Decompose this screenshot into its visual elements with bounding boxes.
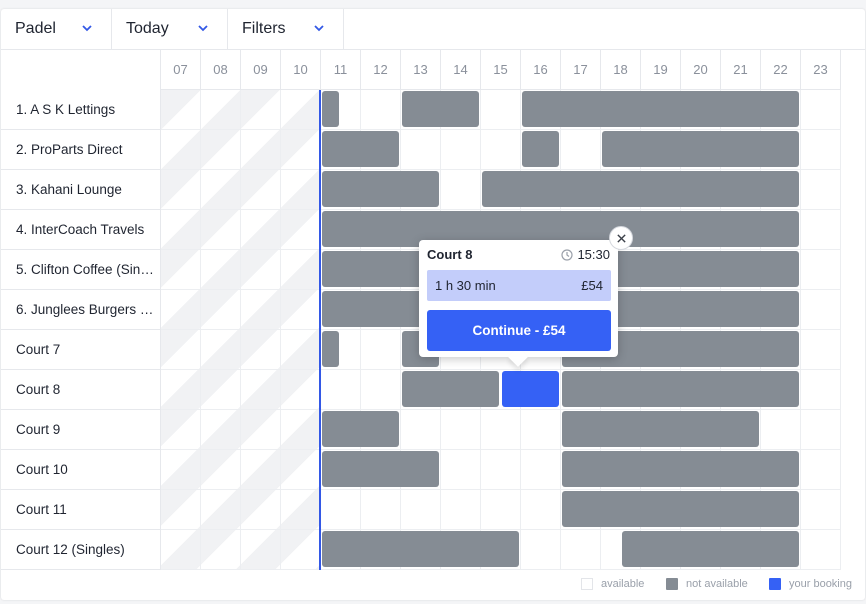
filter-bar: Padel Today Filters (1, 9, 865, 50)
legend-available-label: available (601, 578, 645, 590)
unavailable-slot (562, 371, 799, 407)
duration-price: £54 (581, 278, 603, 293)
unavailable-slot (322, 171, 439, 207)
court-row-label: 1. A S K Lettings (1, 90, 160, 130)
legend-your-booking: your booking (769, 578, 852, 590)
sport-dropdown[interactable]: Padel (1, 9, 112, 49)
duration-label: 1 h 30 min (435, 278, 496, 293)
date-dropdown-label: Today (126, 20, 169, 37)
hour-header: 09 (241, 50, 281, 90)
hour-gridline (200, 90, 201, 570)
court-row-label: 4. InterCoach Travels (1, 210, 160, 250)
legend-not-available-label: not available (686, 578, 748, 590)
hour-header: 20 (681, 50, 721, 90)
continue-button[interactable]: Continue - £54 (427, 310, 611, 351)
chevron-down-icon (82, 25, 92, 32)
hour-header: 22 (761, 50, 801, 90)
duration-option[interactable]: 1 h 30 min £54 (427, 270, 611, 301)
unavailable-slot (322, 451, 439, 487)
hour-header: 12 (361, 50, 401, 90)
hour-header: 08 (201, 50, 241, 90)
filters-dropdown[interactable]: Filters (228, 9, 344, 49)
legend-not-available: not available (666, 578, 748, 590)
date-dropdown[interactable]: Today (112, 9, 228, 49)
court-row-label: 6. Junglees Burgers (Singles) (1, 290, 160, 330)
hour-header: 16 (521, 50, 561, 90)
unavailable-slot (322, 411, 399, 447)
row-gridline (161, 449, 841, 450)
row-gridline (161, 489, 841, 490)
court-row-label: 2. ProParts Direct (1, 130, 160, 170)
booking-popup: Court 8 15:30 1 h 30 min £54 Continue - … (419, 240, 618, 367)
unavailable-slot (322, 531, 519, 567)
hour-gridline (840, 90, 841, 570)
popup-time: 15:30 (577, 247, 610, 262)
legend-available: available (581, 578, 644, 590)
hour-header: 21 (721, 50, 761, 90)
hour-gridline (280, 90, 281, 570)
court-row-label: Court 8 (1, 370, 160, 410)
clock-icon (561, 249, 573, 261)
unavailable-slot (322, 331, 339, 367)
your-booking-swatch (769, 578, 781, 590)
hour-header: 13 (401, 50, 441, 90)
row-gridline (161, 169, 841, 170)
close-icon (616, 233, 626, 243)
unavailable-slot (522, 91, 799, 127)
row-gridline (161, 409, 841, 410)
row-gridline (161, 129, 841, 130)
hour-gridline (400, 90, 401, 570)
hour-header: 23 (801, 50, 841, 90)
hour-header: 07 (161, 50, 201, 90)
hour-gridline (240, 90, 241, 570)
close-popup-button[interactable] (609, 226, 633, 250)
unavailable-slot (402, 371, 499, 407)
hour-gridline (800, 90, 801, 570)
chevron-down-icon (314, 25, 324, 32)
unavailable-slot (522, 131, 559, 167)
selected-booking-slot[interactable] (502, 371, 559, 407)
court-row-label: Court 7 (1, 330, 160, 370)
row-gridline (161, 369, 841, 370)
not-available-swatch (666, 578, 678, 590)
court-row-label: Court 9 (1, 410, 160, 450)
popup-court: Court 8 (427, 247, 473, 262)
available-swatch (581, 578, 593, 590)
hour-header: 18 (601, 50, 641, 90)
unavailable-slot (622, 531, 799, 567)
unavailable-slot (322, 91, 339, 127)
hour-header: 17 (561, 50, 601, 90)
court-row-label: Court 10 (1, 450, 160, 490)
unavailable-slot (322, 131, 399, 167)
hour-header: 11 (321, 50, 361, 90)
court-row-label: Court 12 (Singles) (1, 530, 160, 570)
sport-dropdown-label: Padel (15, 20, 56, 37)
hour-header: 19 (641, 50, 681, 90)
hour-header: 15 (481, 50, 521, 90)
unavailable-slot (602, 131, 799, 167)
unavailable-slot (562, 411, 759, 447)
filters-dropdown-label: Filters (242, 20, 286, 37)
row-gridline (161, 529, 841, 530)
unavailable-slot (482, 171, 799, 207)
court-row-label: Court 11 (1, 490, 160, 530)
court-row-label: 3. Kahani Lounge (1, 170, 160, 210)
current-time-line (319, 90, 321, 570)
row-gridline (161, 569, 841, 570)
chevron-down-icon (198, 25, 208, 32)
court-row-label: 5. Clifton Coffee (Singles) (1, 250, 160, 290)
unavailable-slot (562, 491, 799, 527)
unavailable-slot (562, 451, 799, 487)
row-gridline (161, 209, 841, 210)
court-name-column: 1. A S K Lettings 2. ProParts Direct 3. Ka… (1, 50, 161, 570)
unavailable-slot (402, 91, 479, 127)
legend-your-booking-label: your booking (789, 578, 852, 590)
hour-header: 10 (281, 50, 321, 90)
hour-header: 14 (441, 50, 481, 90)
